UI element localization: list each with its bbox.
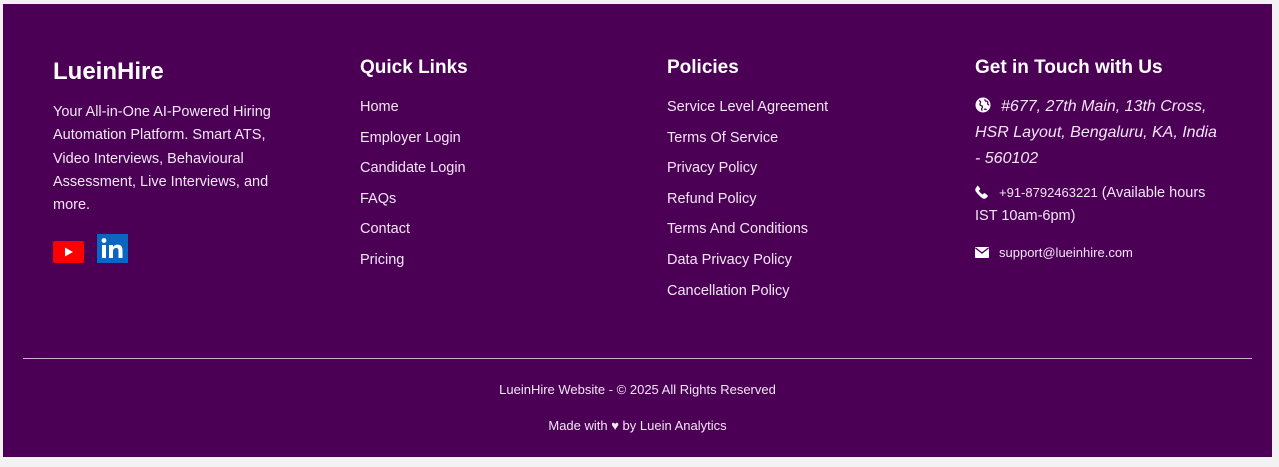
site-footer: LueinHire Your All-in-One AI-Powered Hir…: [3, 4, 1272, 457]
quick-links-list: Home Employer Login Candidate Login FAQs…: [360, 98, 466, 282]
policy-link-cancellation[interactable]: Cancellation Policy: [667, 282, 828, 313]
policy-link-terms-of-service[interactable]: Terms Of Service: [667, 129, 828, 160]
quick-link-home[interactable]: Home: [360, 98, 466, 129]
policy-link-refund[interactable]: Refund Policy: [667, 190, 828, 221]
quick-link-candidate-login[interactable]: Candidate Login: [360, 159, 466, 190]
quick-link-pricing[interactable]: Pricing: [360, 251, 466, 282]
policies-heading: Policies: [667, 57, 739, 78]
contact-phone: +91-8792463221 (Available hours IST 10am…: [975, 181, 1220, 228]
contact-address-text: #677, 27th Main, 13th Cross, HSR Layout,…: [975, 98, 1217, 167]
globe-icon: [975, 97, 991, 113]
policy-link-terms-and-conditions[interactable]: Terms And Conditions: [667, 220, 828, 251]
quick-link-contact[interactable]: Contact: [360, 220, 466, 251]
contact-heading: Get in Touch with Us: [975, 57, 1163, 78]
copyright-text: LueinHire Website - © 2025 All Rights Re…: [499, 382, 776, 397]
made-with-text: Made with ♥ by Luein Analytics: [548, 418, 727, 433]
youtube-link[interactable]: [53, 241, 84, 268]
policy-link-data-privacy[interactable]: Data Privacy Policy: [667, 251, 828, 282]
contact-email-address[interactable]: support@lueinhire.com: [999, 245, 1133, 260]
contact-phone-number[interactable]: +91-8792463221: [999, 185, 1098, 200]
contact-address: #677, 27th Main, 13th Cross, HSR Layout,…: [975, 94, 1225, 172]
phone-icon: [975, 185, 988, 199]
contact-email: support@lueinhire.com: [975, 245, 1133, 260]
footer-brand-description: Your All-in-One AI-Powered Hiring Automa…: [53, 104, 271, 214]
youtube-icon: [53, 241, 84, 263]
envelope-icon: [975, 247, 989, 258]
policies-list: Service Level Agreement Terms Of Service…: [667, 98, 828, 312]
linkedin-link[interactable]: [97, 234, 128, 268]
footer-brand-name: LueinHire: [53, 58, 164, 85]
quick-link-employer-login[interactable]: Employer Login: [360, 129, 466, 160]
policy-link-privacy[interactable]: Privacy Policy: [667, 159, 828, 190]
policy-link-sla[interactable]: Service Level Agreement: [667, 98, 828, 129]
social-links: [53, 234, 128, 268]
quick-link-faqs[interactable]: FAQs: [360, 190, 466, 221]
footer-divider: [23, 358, 1252, 359]
quick-links-heading: Quick Links: [360, 57, 468, 78]
linkedin-icon: [97, 234, 128, 263]
